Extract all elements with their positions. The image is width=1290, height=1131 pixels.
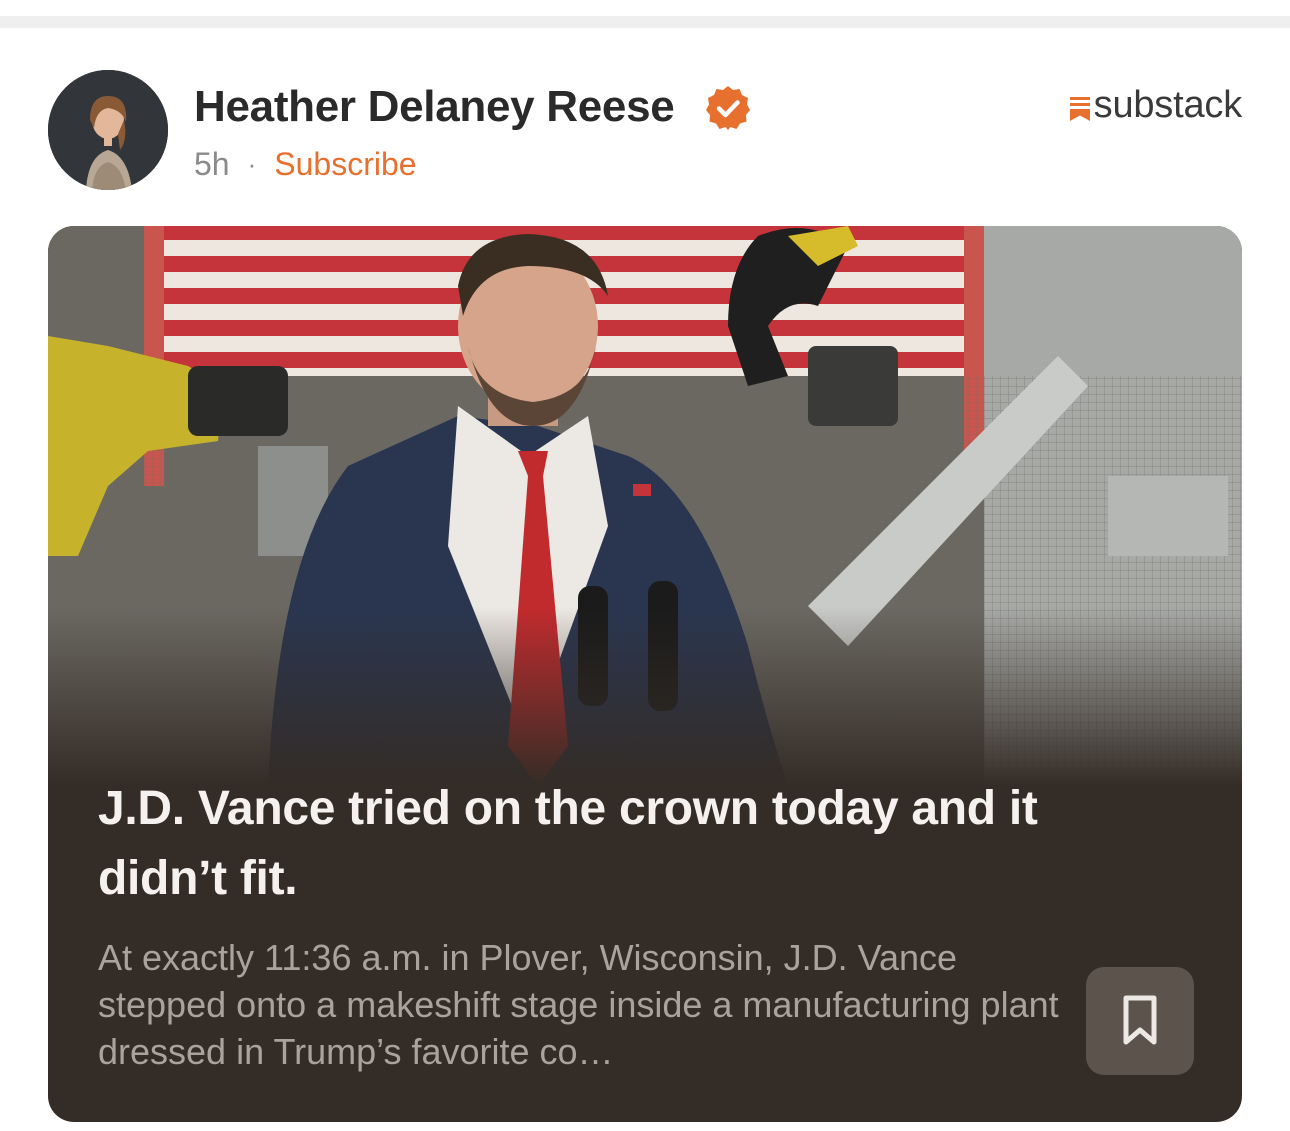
post-time: 5h: [194, 146, 230, 182]
meta-separator: ·: [247, 149, 257, 179]
post-excerpt[interactable]: At exactly 11:36 a.m. in Plover, Wiscons…: [98, 934, 1088, 1075]
post-card[interactable]: J.D. Vance tried on the crown today and …: [48, 226, 1242, 1122]
feed-divider: [0, 16, 1290, 28]
post-title[interactable]: J.D. Vance tried on the crown today and …: [98, 774, 1088, 914]
post-meta: 5h · Subscribe: [194, 146, 417, 183]
verified-badge-icon: [706, 86, 750, 130]
bookmark-button[interactable]: [1086, 967, 1194, 1075]
post-header: Heather Delaney Reese 5h · Subscribe sub…: [48, 70, 1242, 192]
substack-wordmark: substack: [1093, 84, 1243, 126]
post-cover-image[interactable]: [48, 226, 1242, 786]
author-avatar[interactable]: [48, 70, 168, 190]
subscribe-button[interactable]: Subscribe: [274, 146, 416, 183]
author-name[interactable]: Heather Delaney Reese: [194, 82, 675, 132]
substack-logo-icon: [1069, 96, 1090, 121]
bookmark-icon: [1123, 995, 1157, 1045]
substack-logo[interactable]: substack: [1069, 84, 1243, 127]
